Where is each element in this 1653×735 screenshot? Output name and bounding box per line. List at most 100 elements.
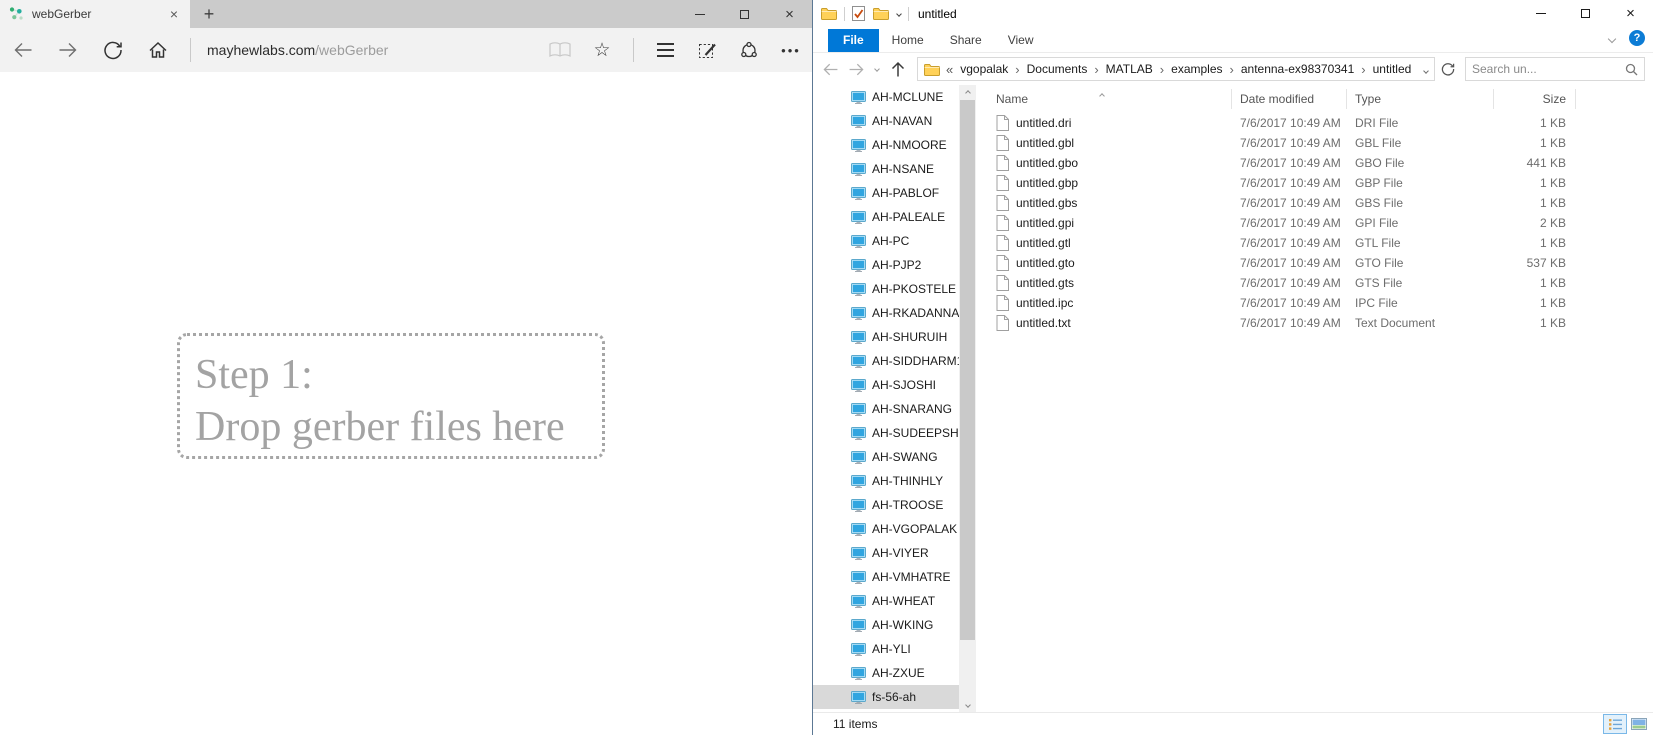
system-folder-icon[interactable] bbox=[821, 7, 837, 20]
help-button[interactable]: ? bbox=[1629, 30, 1645, 46]
tree-item-computer[interactable]: AH-PJP2 bbox=[813, 253, 959, 277]
qat-new-folder-button[interactable] bbox=[873, 7, 889, 20]
tree-item-computer[interactable]: AH-VGOPALAK bbox=[813, 517, 959, 541]
web-note-button[interactable] bbox=[686, 28, 728, 72]
breadcrumb-address-box[interactable]: « vgopalak › Documents › bbox=[917, 57, 1435, 81]
tree-item-computer[interactable]: AH-NAVAN bbox=[813, 109, 959, 133]
breadcrumb-item[interactable]: examples › bbox=[1171, 62, 1241, 77]
edge-minimize-button[interactable] bbox=[677, 0, 722, 28]
file-row[interactable]: untitled.gpi 7/6/2017 10:49 AM GPI File … bbox=[976, 213, 1653, 233]
explorer-minimize-button[interactable] bbox=[1518, 0, 1563, 27]
file-row[interactable]: untitled.gtl 7/6/2017 10:49 AM GTL File … bbox=[976, 233, 1653, 253]
up-one-level-button[interactable] bbox=[885, 61, 911, 77]
refresh-button[interactable] bbox=[90, 28, 135, 72]
edge-maximize-button[interactable] bbox=[722, 0, 767, 28]
breadcrumb-item[interactable]: MATLAB › bbox=[1106, 62, 1171, 77]
tree-item-computer[interactable]: fs-56-ah bbox=[813, 685, 959, 709]
favorites-button[interactable]: ☆ bbox=[581, 28, 623, 72]
ribbon-tab-share[interactable]: Share bbox=[937, 29, 995, 52]
expand-ribbon-button[interactable] bbox=[1609, 29, 1615, 47]
tree-item-computer[interactable]: AH-MCLUNE bbox=[813, 85, 959, 109]
tree-item-computer[interactable]: AH-SHURUIH bbox=[813, 325, 959, 349]
search-box[interactable] bbox=[1465, 57, 1645, 81]
computer-monitor-icon bbox=[851, 427, 866, 440]
tree-item-computer[interactable]: AH-PC bbox=[813, 229, 959, 253]
tree-item-computer[interactable]: AH-YLI bbox=[813, 637, 959, 661]
tree-item-computer[interactable]: AH-RKADANNA bbox=[813, 301, 959, 325]
search-input[interactable] bbox=[1472, 62, 1625, 76]
recent-locations-button[interactable] bbox=[869, 67, 885, 71]
tree-item-computer[interactable]: AH-SNARANG bbox=[813, 397, 959, 421]
breadcrumb-item[interactable]: vgopalak › bbox=[960, 62, 1026, 77]
hub-button[interactable] bbox=[644, 28, 686, 72]
details-view-button[interactable] bbox=[1603, 714, 1627, 734]
breadcrumb-item[interactable]: antenna-ex98370341 › bbox=[1241, 62, 1373, 77]
tree-scrollbar[interactable] bbox=[959, 85, 976, 712]
edge-close-button[interactable]: × bbox=[767, 0, 812, 28]
breadcrumb-item[interactable]: Documents › bbox=[1027, 62, 1106, 77]
forward-button[interactable] bbox=[45, 28, 90, 72]
scroll-up-button[interactable] bbox=[959, 85, 976, 100]
tree-item-computer[interactable]: AH-PABLOF bbox=[813, 181, 959, 205]
explorer-maximize-button[interactable] bbox=[1563, 0, 1608, 27]
tree-item-label: AH-SUDEEPSH bbox=[872, 426, 959, 440]
browser-tab-webgerber[interactable]: webGerber × bbox=[0, 0, 190, 28]
tree-item-computer[interactable]: AH-VIYER bbox=[813, 541, 959, 565]
column-header-date-modified[interactable]: Date modified bbox=[1232, 88, 1347, 110]
tree-item-computer[interactable]: AH-SUDEEPSH bbox=[813, 421, 959, 445]
file-row[interactable]: untitled.dri 7/6/2017 10:49 AM DRI File … bbox=[976, 113, 1653, 133]
file-size: 1 KB bbox=[1494, 276, 1576, 290]
scroll-down-button[interactable] bbox=[959, 697, 976, 712]
gerber-dropzone[interactable]: Step 1: Drop gerber files here bbox=[177, 333, 605, 459]
large-icons-view-button[interactable] bbox=[1627, 714, 1651, 734]
reading-view-button[interactable] bbox=[539, 28, 581, 72]
qat-customize-button[interactable] bbox=[897, 12, 901, 16]
file-row[interactable]: untitled.txt 7/6/2017 10:49 AM Text Docu… bbox=[976, 313, 1653, 333]
tree-item-computer[interactable]: AH-PALEALE bbox=[813, 205, 959, 229]
file-date-modified: 7/6/2017 10:49 AM bbox=[1232, 116, 1347, 130]
more-actions-button[interactable]: ••• bbox=[770, 28, 812, 72]
explorer-forward-button[interactable] bbox=[843, 63, 869, 76]
column-header-size[interactable]: Size bbox=[1494, 88, 1576, 110]
tree-item-computer[interactable]: AH-THINHLY bbox=[813, 469, 959, 493]
refresh-address-button[interactable] bbox=[1435, 62, 1461, 76]
back-button[interactable] bbox=[0, 28, 45, 72]
file-row[interactable]: untitled.gbp 7/6/2017 10:49 AM GBP File … bbox=[976, 173, 1653, 193]
file-type: GBO File bbox=[1347, 156, 1494, 170]
file-row[interactable]: untitled.ipc 7/6/2017 10:49 AM IPC File … bbox=[976, 293, 1653, 313]
tree-item-computer[interactable]: AH-NMOORE bbox=[813, 133, 959, 157]
file-row[interactable]: untitled.gto 7/6/2017 10:49 AM GTO File … bbox=[976, 253, 1653, 273]
file-name-cell: untitled.gpi bbox=[976, 215, 1232, 231]
tree-item-computer[interactable]: AH-NSANE bbox=[813, 157, 959, 181]
ribbon-tab-file[interactable]: File bbox=[828, 29, 879, 52]
breadcrumb-item[interactable]: untitled › bbox=[1373, 62, 1412, 76]
breadcrumb-overflow-icon[interactable]: « bbox=[946, 62, 953, 77]
tree-item-computer[interactable]: AH-VMHATRE bbox=[813, 565, 959, 589]
file-row[interactable]: untitled.gbl 7/6/2017 10:49 AM GBL File … bbox=[976, 133, 1653, 153]
explorer-close-button[interactable]: × bbox=[1608, 0, 1653, 27]
tree-item-computer[interactable]: AH-WHEAT bbox=[813, 589, 959, 613]
tree-item-computer[interactable]: AH-SJOSHI bbox=[813, 373, 959, 397]
tree-item-computer[interactable]: AH-ZXUE bbox=[813, 661, 959, 685]
ribbon-tab-view[interactable]: View bbox=[995, 29, 1047, 52]
address-dropdown-button[interactable] bbox=[1424, 62, 1428, 76]
explorer-back-button[interactable] bbox=[817, 63, 843, 76]
column-header-type[interactable]: Type bbox=[1347, 88, 1494, 110]
column-header-name[interactable]: Name bbox=[976, 88, 1232, 110]
new-tab-button[interactable]: + bbox=[190, 0, 228, 28]
file-row[interactable]: untitled.gts 7/6/2017 10:49 AM GTS File … bbox=[976, 273, 1653, 293]
tree-item-computer[interactable]: AH-SIDDHARM1 bbox=[813, 349, 959, 373]
file-row[interactable]: untitled.gbs 7/6/2017 10:49 AM GBS File … bbox=[976, 193, 1653, 213]
tab-close-button[interactable]: × bbox=[166, 6, 182, 22]
tree-item-computer[interactable]: AH-TROOSE bbox=[813, 493, 959, 517]
qat-properties-button[interactable] bbox=[852, 6, 865, 21]
share-button[interactable] bbox=[728, 28, 770, 72]
address-bar[interactable]: mayhewlabs.com/webGerber bbox=[207, 42, 388, 58]
home-button[interactable] bbox=[135, 28, 180, 72]
ribbon-tab-home[interactable]: Home bbox=[879, 29, 937, 52]
tree-item-computer[interactable]: AH-WKING bbox=[813, 613, 959, 637]
scrollbar-thumb[interactable] bbox=[960, 100, 975, 640]
tree-item-computer[interactable]: AH-PKOSTELE bbox=[813, 277, 959, 301]
file-row[interactable]: untitled.gbo 7/6/2017 10:49 AM GBO File … bbox=[976, 153, 1653, 173]
tree-item-computer[interactable]: AH-SWANG bbox=[813, 445, 959, 469]
